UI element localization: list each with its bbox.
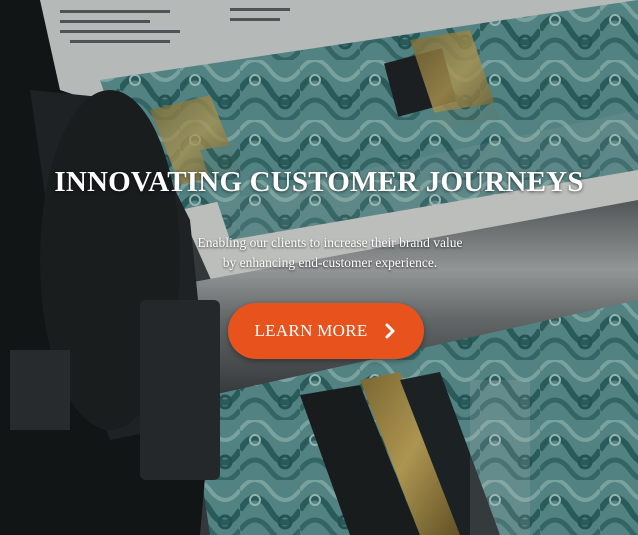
chevron-right-icon (382, 323, 398, 339)
hero-headline: INNOVATING CUSTOMER JOURNEYS (54, 166, 584, 198)
hero-content: INNOVATING CUSTOMER JOURNEYS Enabling ou… (0, 0, 638, 535)
hero-banner: INNOVATING CUSTOMER JOURNEYS Enabling ou… (0, 0, 638, 535)
hero-subheadline-line-2: by enhancing end-customer experience. (222, 255, 438, 270)
learn-more-button[interactable]: LEARN MORE (228, 303, 424, 359)
learn-more-label: LEARN MORE (254, 321, 368, 340)
hero-subheadline-line-1: Enabling our clients to increase their b… (197, 235, 463, 250)
